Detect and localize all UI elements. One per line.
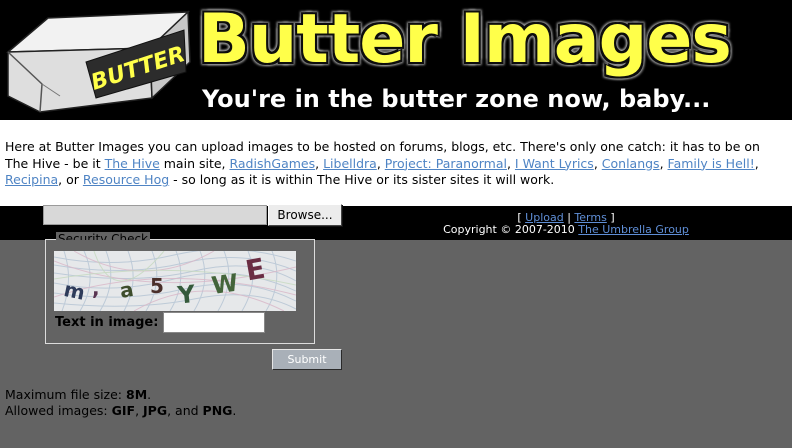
captcha-image: m , a 5 Y W E [54, 251, 296, 311]
file-input[interactable] [43, 205, 267, 225]
link-the-hive[interactable]: The Hive [105, 156, 160, 171]
captcha-char: W [210, 269, 240, 300]
separator: , [506, 155, 515, 171]
butter-stick-logo: BUTTER [5, 10, 191, 113]
submit-button[interactable]: Submit [272, 349, 342, 370]
company-link[interactable]: The Umbrella Group [578, 223, 689, 236]
intro-text-part: main site, [159, 155, 230, 171]
separator: , [659, 155, 668, 171]
link-libelldra[interactable]: Libelldra [323, 156, 377, 171]
separator: , [593, 155, 602, 171]
captcha-char: 5 [150, 274, 164, 298]
punct: . [147, 387, 152, 402]
site-header: BUTTER Butter Images You're in the butte… [0, 0, 792, 120]
intro-text: Here at Butter Images you can upload ima… [0, 120, 792, 206]
tagline: You're in the butter zone now, baby... [202, 85, 711, 113]
link-project-paranormal[interactable]: Project: Paranormal [385, 156, 507, 171]
captcha-input[interactable] [163, 312, 265, 333]
intro-text-part: , or [58, 172, 83, 187]
link-recipina[interactable]: Recipina [5, 172, 58, 187]
intro-text-part: - so long as it is within The Hive or it… [169, 172, 555, 187]
captcha-char: Y [175, 280, 197, 310]
separator: , [754, 155, 759, 171]
link-resource-hog[interactable]: Resource Hog [83, 172, 169, 187]
punct: , and [167, 403, 203, 418]
captcha-char: , [92, 276, 100, 300]
link-family-is-hell[interactable]: Family is Hell! [668, 156, 755, 171]
punct: . [232, 403, 237, 418]
link-i-want-lyrics[interactable]: I Want Lyrics [515, 156, 594, 171]
browse-button[interactable]: Browse... [268, 204, 342, 226]
allowed-types-label: Allowed images: [5, 403, 112, 418]
link-radishgames[interactable]: RadishGames [229, 156, 315, 171]
max-size-line: Maximum file size: 8M. [5, 387, 236, 403]
max-size-label: Maximum file size: [5, 387, 126, 402]
separator: , [315, 155, 324, 171]
max-size-value: 8M [126, 387, 148, 402]
punct: , [135, 403, 144, 418]
type-png: PNG [202, 403, 233, 418]
captcha-label: Text in image: [55, 315, 159, 330]
separator: , [376, 155, 385, 171]
allowed-types-line: Allowed images: GIF, JPG, and PNG. [5, 403, 236, 419]
copyright: Copyright © 2007-2010 The Umbrella Group [442, 224, 690, 236]
site-title: Butter Images [198, 0, 732, 79]
link-conlangs[interactable]: Conlangs [602, 156, 660, 171]
type-jpg: JPG [143, 403, 168, 418]
type-gif: GIF [111, 403, 136, 418]
security-legend: Security Check [56, 232, 151, 240]
copyright-text: Copyright © 2007-2010 [443, 223, 579, 236]
upload-limits: Maximum file size: 8M. Allowed images: G… [5, 387, 236, 419]
